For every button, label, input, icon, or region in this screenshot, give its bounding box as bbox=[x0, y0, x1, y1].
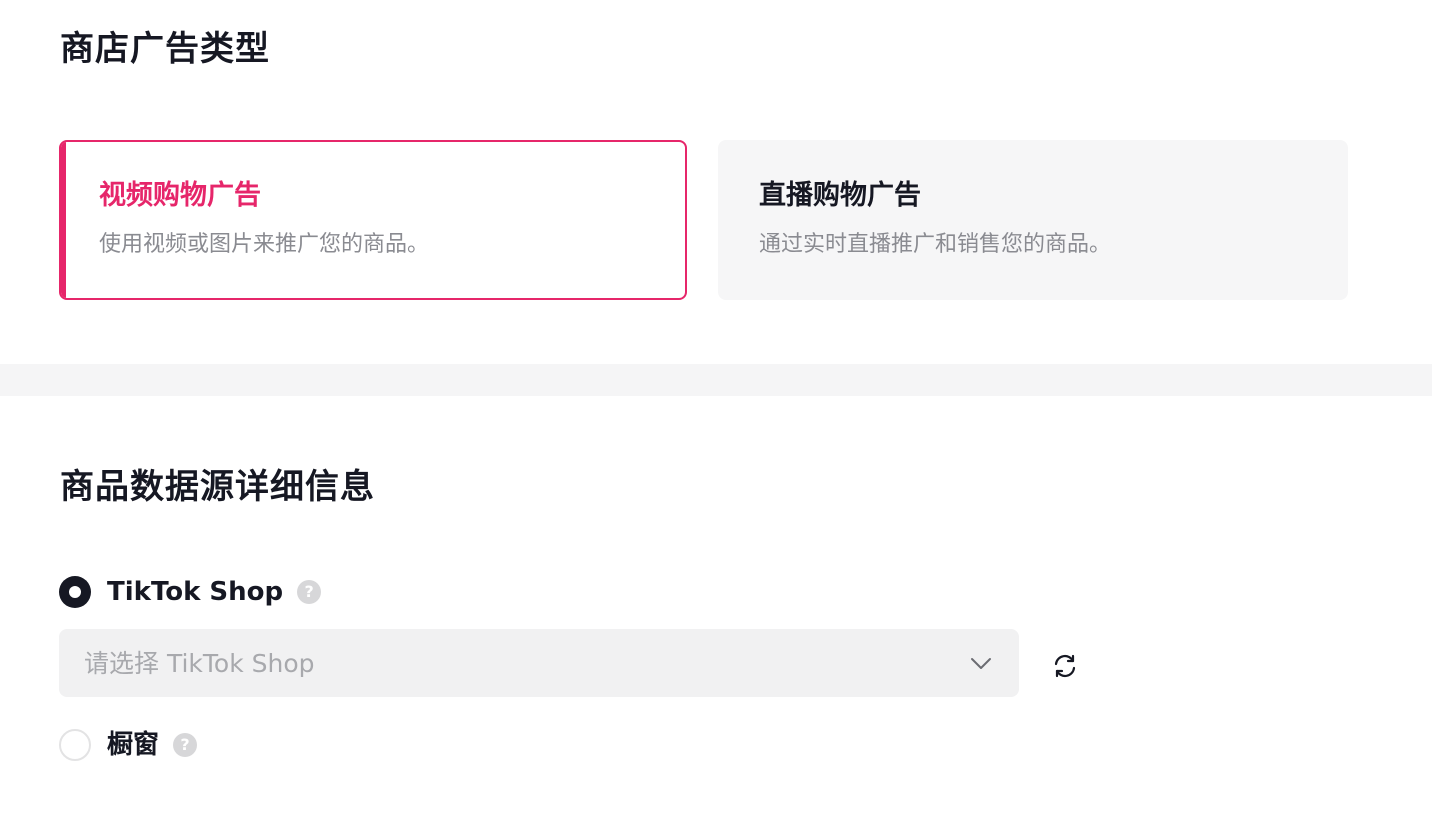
product-source-section bbox=[0, 396, 1432, 822]
refresh-icon[interactable] bbox=[1049, 650, 1081, 682]
card-description: 通过实时直播推广和销售您的商品。 bbox=[759, 232, 1112, 257]
showcase-option[interactable]: 橱窗 ? bbox=[59, 729, 198, 761]
question-circle-icon[interactable]: ? bbox=[173, 733, 198, 757]
tiktok-shop-radio[interactable] bbox=[59, 576, 91, 608]
card-title: 视频购物广告 bbox=[99, 180, 261, 211]
showcase-radio[interactable] bbox=[59, 729, 91, 761]
select-placeholder: 请选择 TikTok Shop bbox=[84, 648, 315, 678]
live-shopping-ads-card[interactable]: 直播购物广告 通过实时直播推广和销售您的商品。 bbox=[718, 140, 1348, 300]
radio-dot bbox=[69, 586, 81, 598]
tiktok-shop-select[interactable]: 请选择 TikTok Shop bbox=[59, 629, 1019, 697]
product-source-title: 商品数据源详细信息 bbox=[60, 467, 375, 507]
chevron-down-icon bbox=[967, 649, 995, 677]
shop-ad-type-section: 商店广告类型 视频购物广告 使用视频或图片来推广您的商品。 直播购物广告 通过实… bbox=[0, 0, 1432, 364]
card-description: 使用视频或图片来推广您的商品。 bbox=[99, 232, 430, 257]
question-circle-icon[interactable]: ? bbox=[297, 580, 322, 604]
showcase-label: 橱窗 bbox=[107, 730, 160, 760]
tiktok-shop-option[interactable]: TikTok Shop ? bbox=[59, 576, 322, 608]
section-divider bbox=[0, 364, 1432, 396]
video-shopping-ads-card[interactable]: 视频购物广告 使用视频或图片来推广您的商品。 bbox=[59, 140, 687, 300]
card-title: 直播购物广告 bbox=[759, 180, 921, 211]
shop-ad-type-title: 商店广告类型 bbox=[60, 29, 270, 69]
tiktok-shop-label: TikTok Shop bbox=[107, 577, 284, 607]
